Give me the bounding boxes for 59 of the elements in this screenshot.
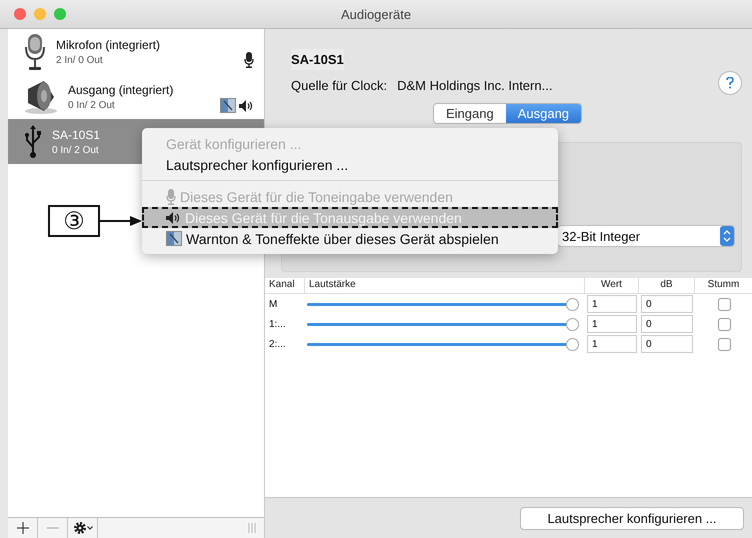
channel-name: M (268, 298, 278, 310)
device-name: SA-10S1 (52, 128, 102, 142)
slider-thumb[interactable] (566, 338, 579, 350)
value-field[interactable]: 1 (587, 335, 637, 353)
menu-item[interactable]: Warnton & Toneffekte über dieses Gerät abspielen (142, 228, 558, 249)
minus-icon (46, 527, 58, 529)
configure-speakers-button[interactable]: Lautsprecher konfigurieren ... (520, 506, 744, 530)
speaker-icon (166, 212, 181, 224)
stepper-icon (720, 226, 734, 246)
tab[interactable]: Ausgang (506, 104, 582, 123)
resize-grip-icon (248, 523, 256, 533)
volume-slider[interactable] (307, 298, 579, 310)
app-icon (220, 98, 236, 113)
volume-slider[interactable] (307, 338, 579, 350)
microphone-icon (24, 32, 46, 70)
help-button[interactable] (718, 71, 742, 95)
menu-item-label: Warnton & Toneffekte über dieses Gerät abspielen (186, 230, 499, 246)
device-channels: 2 In/ 0 Out (56, 54, 104, 66)
step-number: ③ (48, 205, 100, 237)
column-header[interactable]: Kanal (265, 278, 305, 294)
mute-checkbox[interactable] (718, 298, 730, 310)
tab[interactable]: Eingang (434, 104, 506, 123)
usb-icon (24, 124, 42, 158)
value-field[interactable]: 1 (587, 295, 637, 313)
clock-label: Quelle für Clock: (291, 78, 388, 93)
microphone-icon (244, 52, 254, 68)
column-header[interactable]: Lautstärke (305, 278, 585, 294)
device-name: Mikrofon (integriert) (56, 38, 162, 52)
value-field[interactable]: 1 (587, 315, 637, 333)
channel-name: 1:... (268, 318, 287, 330)
window-controls-icon (14, 8, 66, 20)
microphone-icon (166, 188, 176, 204)
column-header[interactable]: Wert (585, 278, 639, 294)
volume-slider[interactable] (307, 318, 579, 330)
mute-checkbox[interactable] (718, 318, 730, 330)
app-icon (166, 231, 182, 246)
slider-thumb[interactable] (566, 298, 579, 310)
column-header[interactable]: dB (639, 278, 695, 294)
clock-source: D&M Holdings Inc. Intern... (397, 78, 552, 93)
column-header[interactable]: Stumm (695, 278, 752, 294)
speaker-icon (239, 100, 254, 112)
db-field[interactable]: 0 (641, 335, 693, 353)
window-title: Audiogeräte (340, 6, 412, 22)
device-title: SA-10S1 (291, 49, 344, 70)
db-field[interactable]: 0 (641, 295, 693, 313)
device-name: Ausgang (integriert) (68, 82, 174, 96)
arrow (100, 215, 142, 227)
channel-name: 2:... (268, 338, 287, 350)
menu-item-label: Dieses Gerät für die Toneingabe verwenden (180, 188, 453, 204)
mute-checkbox[interactable] (718, 338, 730, 350)
plus-icon (16, 522, 28, 534)
question-mark-icon (726, 77, 734, 89)
device-channels: 0 In/ 2 Out (68, 100, 116, 110)
caret-icon (86, 526, 92, 530)
db-field[interactable]: 0 (641, 315, 693, 333)
gear-icon (72, 521, 86, 535)
format-select[interactable]: 32-Bit Integer (557, 225, 735, 247)
slider-thumb[interactable] (566, 318, 579, 330)
speaker-icon (24, 78, 58, 114)
